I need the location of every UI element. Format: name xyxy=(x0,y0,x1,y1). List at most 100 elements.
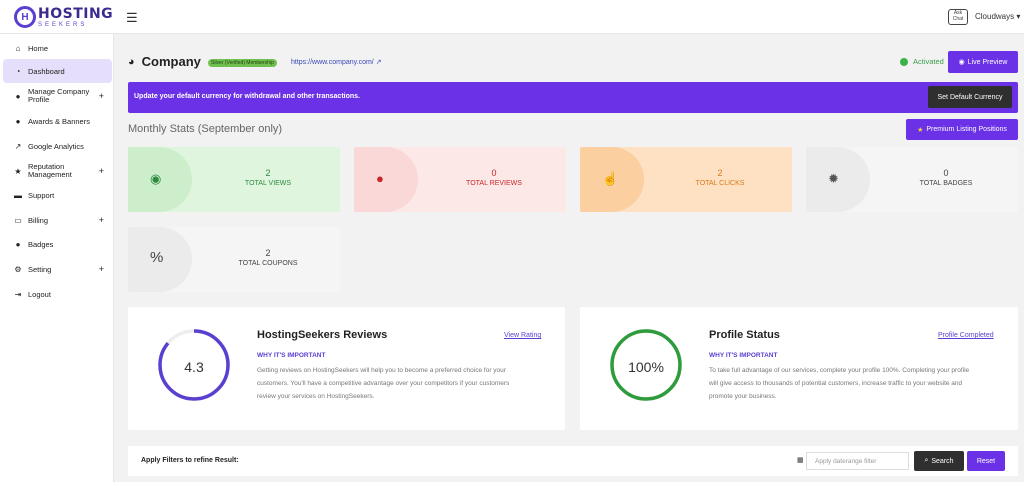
plus-icon: + xyxy=(98,264,104,274)
plus-icon: + xyxy=(98,166,104,176)
stat-value: 0 xyxy=(943,168,949,178)
company-url: https://www.company.com/ xyxy=(291,59,374,66)
premium-listing-label: Premium Listing Positions xyxy=(926,126,1007,133)
sidebar-item-label: Logout xyxy=(28,289,51,299)
page-title: ◕ Company xyxy=(128,54,201,69)
billing-icon: ▭ xyxy=(14,215,22,225)
sidebar-item-dashboard[interactable]: ◔ Dashboard xyxy=(3,59,112,83)
profile-title: Profile Status xyxy=(709,329,780,341)
search-icon: ⌕ xyxy=(924,457,929,464)
reviews-line: customers. You'll have a competitive adv… xyxy=(257,380,510,387)
stats-title: Monthly Stats (September only) xyxy=(128,123,283,135)
sidebar-item-setting[interactable]: ⚙ Setting + xyxy=(3,257,112,281)
profile-completed-link[interactable]: Profile Completed xyxy=(938,332,994,339)
sidebar-item-manage-company-profile[interactable]: ● Manage Company Profile + xyxy=(3,84,112,108)
chat-icon[interactable]: Ask Chat xyxy=(948,9,968,25)
top-bar: H HOSTING SEEKERS ☰ Ask Chat Cloudways ▾ xyxy=(0,0,1024,34)
premium-listing-button[interactable]: ★ Premium Listing Positions xyxy=(906,119,1018,140)
status-dot-icon xyxy=(900,57,908,66)
user-menu[interactable]: Cloudways ▾ xyxy=(975,12,1020,21)
user-name: Cloudways xyxy=(975,12,1015,21)
stat-label: TOTAL REVIEWS xyxy=(466,180,522,187)
dashboard-icon: ◔ xyxy=(15,66,21,76)
reviews-title: HostingSeekers Reviews xyxy=(257,329,388,341)
stat-label: TOTAL VIEWS xyxy=(244,180,292,187)
status-text: Activated xyxy=(913,57,944,66)
profile-why-heading: WHY IT'S IMPORTANT xyxy=(709,352,778,359)
stat-label: TOTAL CLICKS xyxy=(695,180,745,187)
chevron-down-icon: ▾ xyxy=(1016,12,1021,21)
reviews-why-heading: WHY IT'S IMPORTANT xyxy=(257,352,326,359)
stat-card-views: ◉ 2 TOTAL VIEWS xyxy=(128,147,340,212)
reviews-card: 4.3 HostingSeekers Reviews View Rating W… xyxy=(128,307,565,430)
comment-icon: ● xyxy=(376,171,384,186)
reset-button[interactable]: Reset xyxy=(967,451,1005,471)
stat-card-circle xyxy=(354,147,418,212)
stat-card-badges: ✹ 0 TOTAL BADGES xyxy=(806,147,1018,212)
sidebar-item-google-analytics[interactable]: ↗ Google Analytics xyxy=(3,134,112,158)
stat-value: 0 xyxy=(491,168,497,178)
sidebar-item-label: Billing xyxy=(28,215,49,225)
stat-value: 2 xyxy=(265,168,271,178)
profile-line: will give access to thousands of potenti… xyxy=(709,380,963,387)
stat-card-coupons: % 2 TOTAL COUPONS xyxy=(128,227,340,292)
logo-text: HOSTING xyxy=(38,5,114,22)
star-icon: ★ xyxy=(14,166,22,176)
logo-mark-icon: H xyxy=(14,6,36,28)
plus-icon: + xyxy=(98,91,104,101)
view-rating-link[interactable]: View Rating xyxy=(504,332,541,339)
daterange-input[interactable]: Apply daterange filter xyxy=(806,452,909,470)
support-icon: ▬ xyxy=(14,190,22,200)
reviews-description: Getting reviews on HostingSeekers will h… xyxy=(257,364,509,403)
sidebar-item-home[interactable]: ⌂ Home xyxy=(3,36,112,60)
search-label: Search xyxy=(931,457,954,465)
set-default-currency-button[interactable]: Set Default Currency xyxy=(928,86,1012,108)
reviews-line: Getting reviews on HostingSeekers will h… xyxy=(257,367,506,374)
profile-line: To take full advantage of our services, … xyxy=(709,367,970,374)
live-preview-button[interactable]: ◉ Live Preview xyxy=(948,51,1018,73)
sidebar-item-awards-banners[interactable]: ● Awards & Banners xyxy=(3,109,112,133)
plus-icon: + xyxy=(98,215,104,225)
profile-percent: 100% xyxy=(628,359,664,375)
external-link-icon: ↗ xyxy=(375,59,382,66)
menu-toggle-icon[interactable]: ☰ xyxy=(126,10,138,26)
sidebar-item-badges[interactable]: ● Badges xyxy=(3,232,112,256)
live-preview-label: Live Preview xyxy=(967,58,1008,66)
eye-icon: ◉ xyxy=(958,59,965,66)
sidebar-item-label: Badges xyxy=(28,239,54,249)
sidebar-item-label: Reputation Management xyxy=(28,162,72,179)
sidebar: ⌂ Home ◔ Dashboard ● Manage Company Profile… xyxy=(0,34,114,482)
sidebar-item-label: Awards & Banners xyxy=(28,116,90,126)
sidebar-item-label: Support xyxy=(28,190,55,200)
company-url-link[interactable]: https://www.company.com/ ↗ xyxy=(291,58,382,66)
calendar-icon: ▦ xyxy=(797,457,804,464)
profile-status-card: 100% Profile Status Profile Completed WH… xyxy=(580,307,1018,430)
stat-value: 2 xyxy=(717,168,723,178)
sidebar-item-reputation-management[interactable]: ★ Reputation Management + xyxy=(3,159,112,183)
award-icon: ● xyxy=(15,116,21,126)
membership-badge: Silver (Verified) Membership xyxy=(208,59,277,67)
sidebar-item-label: Google Analytics xyxy=(28,141,84,151)
banner-message: Update your default currency for withdra… xyxy=(134,93,360,100)
sidebar-item-billing[interactable]: ▭ Billing + xyxy=(3,208,112,232)
profile-line: promote your business. xyxy=(709,393,777,400)
pointer-hand-icon: ☝ xyxy=(602,171,619,186)
logo-subtext: SEEKERS xyxy=(38,21,88,28)
status-badge: Activated xyxy=(900,57,944,66)
sidebar-item-label: Dashboard xyxy=(28,66,65,76)
gear-icon: ⚙ xyxy=(14,264,22,274)
eye-icon: ◉ xyxy=(150,171,162,186)
profile-description: To take full advantage of our services, … xyxy=(709,364,969,403)
search-button[interactable]: ⌕ Search xyxy=(914,451,964,471)
logout-icon: ⇥ xyxy=(14,289,22,299)
sidebar-item-support[interactable]: ▬ Support xyxy=(3,183,112,207)
stat-label: TOTAL BADGES xyxy=(919,180,973,187)
certificate-icon: ✹ xyxy=(828,171,839,186)
reviews-line: review your services on HostingSeekers. xyxy=(257,393,375,400)
logo[interactable]: H HOSTING SEEKERS xyxy=(14,6,113,28)
home-icon: ⌂ xyxy=(15,43,21,53)
currency-banner: Update your default currency for withdra… xyxy=(128,82,1018,113)
sidebar-item-logout[interactable]: ⇥ Logout xyxy=(3,282,112,306)
sidebar-item-label: Home xyxy=(28,43,49,53)
stat-label: TOTAL COUPONS xyxy=(238,260,298,267)
